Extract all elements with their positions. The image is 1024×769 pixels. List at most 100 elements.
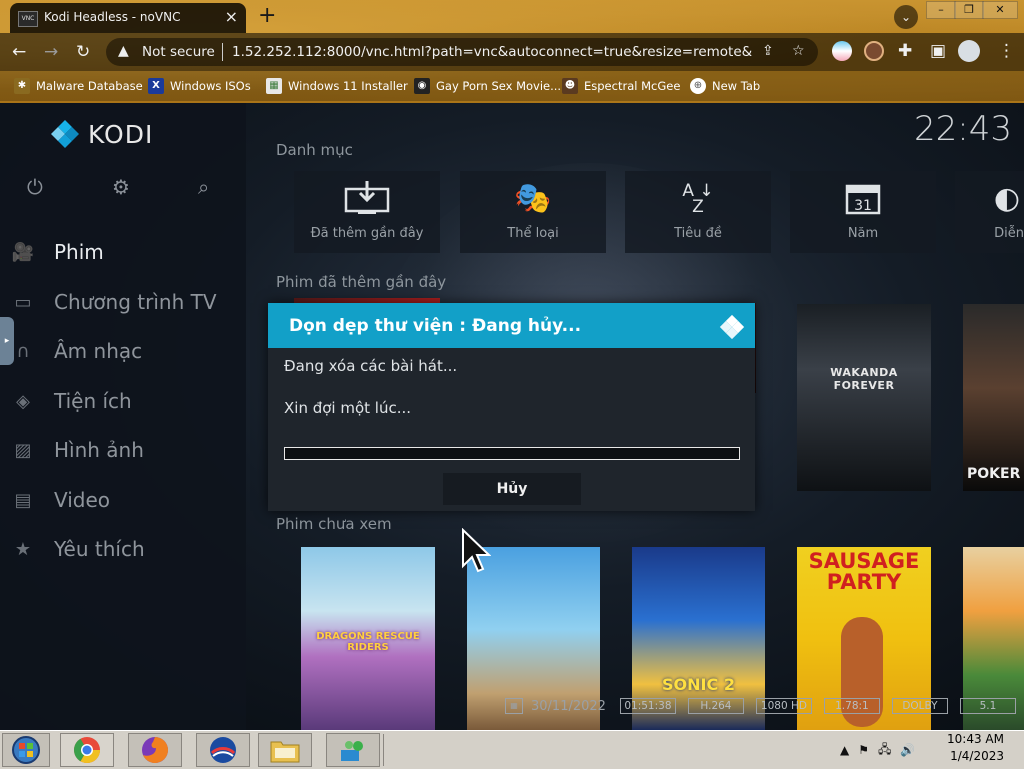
bookmark-label: Windows 11 Installer [288,79,408,93]
bookmark-windows-11-installer[interactable]: ▦ Windows 11 Installer [266,77,408,95]
svg-text:31: 31 [854,198,872,214]
profile-extension-icon[interactable] [864,41,884,61]
mouse-cursor-icon [461,527,492,578]
menu-item-music[interactable]: ∩ Âm nhạc [10,336,142,366]
search-icon[interactable]: ⌕ [198,175,209,199]
url-text[interactable]: 1.52.252.112:8000/vnc.html?path=vnc&auto… [232,44,752,60]
address-divider [222,43,223,61]
menu-item-addons[interactable]: ◈ Tiện ích [10,386,132,416]
category-recently-added[interactable]: Đã thêm gần đây [294,171,440,253]
start-orb-icon [12,736,40,764]
browser-tab[interactable]: VNC Kodi Headless - noVNC × [10,3,246,33]
extensions-puzzle-icon[interactable]: ✚ [898,41,912,61]
bookmark-new-tab[interactable]: ⊕ New Tab [690,77,760,95]
bookmark-label: Malware Database [36,79,143,93]
kodi-logo-text: KODI [88,119,154,149]
bookmark-star-icon[interactable]: ☆ [792,43,805,59]
badge-audio: DOLBY [891,698,948,714]
start-button[interactable] [2,733,50,767]
restore-button[interactable]: ❐ [954,1,984,19]
volume-icon[interactable]: 🔊 [900,743,915,757]
minimize-button[interactable]: – [926,1,956,19]
new-tab-button[interactable]: + [258,4,276,28]
sort-az-icon: A ↓ Z [682,181,714,217]
badge-resolution: 1080 HD [755,698,812,714]
share-icon[interactable]: ⇪ [762,43,774,59]
browser-window-frame: VNC Kodi Headless - noVNC × + ⌄ – ❐ ✕ ← … [0,0,1024,103]
taskbar-app-logo[interactable] [196,733,250,767]
taskbar-firefox[interactable] [128,733,182,767]
power-icon[interactable]: ⏻ [27,175,43,199]
back-icon[interactable]: ← [12,42,26,62]
calendar-icon: ▦ [505,698,523,714]
section-title-categories: Danh mục [276,141,353,159]
bookmark-site[interactable]: ◉ Gay Porn Sex Movie... [414,77,561,95]
taskbar-clock-time[interactable]: 10:43 AM [947,732,1004,746]
taskbar-network-app[interactable] [326,733,380,767]
theater-masks-icon: 🎭 [514,181,552,216]
vnc-favicon-icon: VNC [18,11,38,27]
flag-extension-icon[interactable] [832,41,852,61]
kodi-vnc-viewport[interactable]: 22:43 Danh mục Đã thêm gần đây 🎭 Thể loạ… [0,103,1024,730]
star-icon: ★ [14,538,32,560]
calendar-31-icon: 31 [790,181,936,223]
menu-item-pictures[interactable]: ▨ Hình ảnh [10,435,143,465]
menu-item-videos[interactable]: ▤ Video [10,485,110,515]
novnc-control-bar-handle[interactable]: ▸ [0,317,14,365]
menu-item-favourites[interactable]: ★ Yêu thích [10,534,145,564]
poster-title: WAKANDA FOREVER [830,366,898,392]
side-panel-icon[interactable]: ▣ [930,41,946,61]
category-year[interactable]: 31 Năm [790,171,936,253]
badge-aspect: 1.78:1 [823,698,880,714]
kodi-logo: KODI [50,119,153,149]
taskbar-divider [383,734,384,766]
bookmark-malware-database[interactable]: ✱ Malware Database [14,77,143,95]
kodi-clock: 22:43 [914,109,1012,149]
network-icon[interactable]: 🖧 [878,740,891,761]
menu-label: Chương trình TV [54,290,217,314]
film-camera-icon: 🎥 [11,241,35,263]
bookmark-label: New Tab [712,79,761,93]
dialog-wait-text: Xin đợi một lúc... [284,399,412,417]
category-title[interactable]: A ↓ Z Tiêu đề [625,171,771,253]
category-genre[interactable]: 🎭 Thể loại [460,171,606,253]
profile-avatar-icon[interactable] [958,40,980,62]
address-bar[interactable]: ▲ Not secure 1.52.252.112:8000/vnc.html?… [106,38,818,66]
windows-taskbar: ▲ ⚑ 🖧 🔊 10:43 AM 1/4/2023 [0,730,1024,769]
category-actors[interactable]: ◐ Diễn [955,171,1024,253]
taskbar-clock-date[interactable]: 1/4/2023 [950,749,1004,763]
cancel-button[interactable]: Hủy [443,473,581,505]
settings-gear-icon[interactable]: ⚙ [112,175,130,199]
poster-wakanda-forever[interactable]: WAKANDA FOREVER [797,304,931,491]
forward-icon[interactable]: → [44,42,58,62]
bookmark-windows-isos[interactable]: X Windows ISOs [148,77,251,95]
menu-item-movies[interactable]: 🎥 Phim [10,237,104,267]
menu-label: Yêu thích [54,537,145,561]
network-users-icon [341,741,363,761]
badge-codec: H.264 [687,698,744,714]
poster-dragons-rescue-riders[interactable]: DRAGONS RESCUE RIDERS [301,547,435,730]
security-label[interactable]: Not secure [142,44,215,60]
reload-icon[interactable]: ↻ [76,42,90,62]
addons-box-icon: ◈ [16,390,30,412]
avatar-icon: ☻ [562,78,578,94]
warning-triangle-icon[interactable]: ▲ [118,43,129,59]
close-tab-icon[interactable]: × [225,8,238,26]
taskbar-chrome[interactable] [60,733,114,767]
bug-icon: ✱ [14,78,30,94]
menu-kebab-icon[interactable]: ⋮ [998,41,1015,61]
taskbar-file-explorer[interactable] [258,733,312,767]
category-label: Tiêu đề [674,226,722,241]
site-icon: ◉ [414,78,430,94]
menu-item-tv-shows[interactable]: ▭ Chương trình TV [10,287,217,317]
show-hidden-icons-icon[interactable]: ▲ [840,743,849,757]
category-label: Diễn [994,226,1024,241]
flag-icon[interactable]: ⚑ [858,743,869,757]
bookmark-espectral-mcgee[interactable]: ☻ Espectral McGee [562,77,680,95]
picture-icon: ▨ [14,439,32,461]
download-tray-icon [294,181,440,223]
poster-poker[interactable]: POKER [963,304,1024,491]
close-window-button[interactable]: ✕ [982,1,1018,19]
blue-circle-logo-icon [210,737,236,763]
tab-search-icon[interactable]: ⌄ [894,5,918,29]
